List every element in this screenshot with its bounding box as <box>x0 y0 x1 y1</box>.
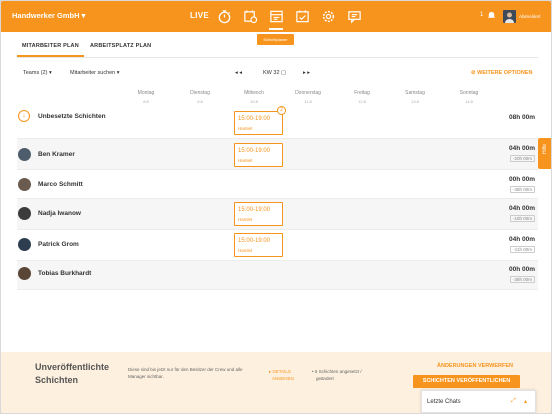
active-nav-indicator <box>269 28 283 30</box>
avatar <box>18 207 31 220</box>
recent-chats-panel[interactable]: Letzte Chats ⤢ ▴ <box>421 390 536 413</box>
banner-title: Unveröffentlichte Schichten <box>35 362 110 385</box>
calendar-clock-icon[interactable] <box>243 9 258 24</box>
settings-icon[interactable] <box>321 9 336 24</box>
row-name: Unbesetzte Schichten <box>38 113 106 120</box>
hours-difference: -38h 00m <box>509 276 535 283</box>
row-hours: 04h 00m <box>508 236 535 243</box>
live-indicator[interactable]: LIVE <box>190 11 209 20</box>
shift-time: 15:00-19:00 <box>238 148 271 154</box>
changes-count: • 5 Schichten angesetzt / geändert <box>312 369 362 381</box>
row-divider <box>17 289 538 290</box>
avatar <box>18 178 31 191</box>
shift-location: Hamlet <box>238 158 253 163</box>
admin-name[interactable]: Abimeldert <box>519 14 541 19</box>
row-name: Nadja Iwanow <box>38 210 81 217</box>
shift-card[interactable]: 15:00-19:00 Hamlet <box>234 202 283 226</box>
tabs-divider <box>17 57 538 58</box>
chat-icon[interactable] <box>347 9 362 24</box>
table-row: Patrick Grom 15:00-19:00 Hamlet 04h 00m … <box>17 230 538 260</box>
tab-arbeitsplatz-plan[interactable]: ARBEITSPLATZ PLAN <box>90 43 151 49</box>
shift-location: Hamlet <box>238 248 253 253</box>
publish-shifts-button[interactable]: SCHICHTEN VERÖFFENTLICHEN <box>413 375 520 388</box>
hours-difference: -38h 00m <box>509 186 535 193</box>
shift-card[interactable]: 15:00-19:00 Hamlet <box>234 143 283 167</box>
week-prev-button[interactable]: ◂ ◂ <box>235 70 242 76</box>
day-header-friday: Freitag <box>354 90 370 96</box>
table-row-unassigned: ↓ Unbesetzte Schichten 15:00-19:00 Hamle… <box>17 106 538 136</box>
expand-icon[interactable]: ⤢ <box>511 398 516 405</box>
app-window: Handwerker GmbH ▾ LIVE 1 Abimeldert Schi… <box>1 1 551 413</box>
day-date: 11.8 <box>304 99 312 104</box>
hours-difference: -11h 00m <box>510 246 535 253</box>
bell-icon[interactable] <box>487 10 496 22</box>
details-link[interactable]: ▸ DETAILS ANSEHEN <box>269 368 294 382</box>
row-name: Patrick Grom <box>38 241 79 248</box>
shift-time: 15:00-19:00 <box>238 116 271 122</box>
day-date: 8.8 <box>143 99 149 104</box>
week-picker[interactable]: KW 32 ▢ <box>263 70 286 76</box>
more-options-button[interactable]: ⊘ WEITERE OPTIONEN <box>471 70 532 76</box>
company-selector[interactable]: Handwerker GmbH ▾ <box>12 11 85 20</box>
avatar <box>18 148 31 161</box>
discard-changes-button[interactable]: ÄNDERUNGEN VERWERFEN <box>437 363 513 369</box>
day-header-tuesday: Dienstag <box>190 90 210 96</box>
shift-count-badge: 2 <box>277 106 286 115</box>
row-name: Marco Schmitt <box>38 181 83 188</box>
help-tab[interactable]: Hilfe <box>538 138 551 169</box>
hours-difference: -20h 00m <box>509 155 535 162</box>
day-date: 13.8 <box>411 99 419 104</box>
table-row: Ben Kramer 15:00-19:00 Hamlet 04h 00m -2… <box>17 139 538 169</box>
table-row: Marco Schmitt 00h 00m -38h 00m <box>17 170 538 198</box>
top-bar: Handwerker GmbH ▾ LIVE 1 Abimeldert <box>1 1 551 32</box>
nav-tooltip: Schichtplaner <box>257 34 294 45</box>
avatar <box>18 267 31 280</box>
notification-count[interactable]: 1 <box>480 12 483 18</box>
table-row: Tobias Burkhardt 00h 00m -38h 00m <box>17 261 538 289</box>
banner-description: Diese sind bis jetzt nur für den Besitze… <box>128 367 243 379</box>
chats-label: Letzte Chats <box>427 399 461 405</box>
day-header-sunday: Sonntag <box>459 90 479 96</box>
day-header-saturday: Samstag <box>405 90 425 96</box>
row-hours: 04h 00m <box>508 205 535 212</box>
shift-time: 15:00-19:00 <box>238 238 271 244</box>
help-tab-label: Hilfe <box>542 143 548 154</box>
day-date: 12.8 <box>358 99 366 104</box>
row-name: Ben Kramer <box>38 151 75 158</box>
row-hours: 00h 00m <box>508 176 535 183</box>
day-date: 10.8 <box>250 99 258 104</box>
day-header-thursday: Donnerstag <box>295 90 321 96</box>
alert-icon: ↓ <box>18 110 30 122</box>
row-hours: 00h 00m <box>508 266 535 273</box>
day-date: 9.8 <box>197 99 203 104</box>
shift-card[interactable]: 15:00-19:00 Hamlet <box>234 233 283 257</box>
schedule-icon[interactable] <box>269 9 284 24</box>
shift-location: Hamlet <box>238 126 253 131</box>
calendar-check-icon[interactable] <box>295 9 310 24</box>
table-row: Nadja Iwanow 15:00-19:00 Hamlet 04h 00m … <box>17 199 538 229</box>
row-hours: 04h 00m <box>508 145 535 152</box>
hours-difference: -18h 00m <box>509 215 535 222</box>
caret-up-icon[interactable]: ▴ <box>524 398 527 405</box>
row-name: Tobias Burkhardt <box>38 270 92 277</box>
stopwatch-icon[interactable] <box>217 9 232 24</box>
day-date: 14.8 <box>465 99 473 104</box>
row-hours: 08h 00m <box>508 114 535 121</box>
shift-card[interactable]: 15:00-19:00 Hamlet <box>234 111 283 135</box>
admin-avatar[interactable] <box>503 10 516 23</box>
day-header-monday: Montag <box>137 90 155 96</box>
week-next-button[interactable]: ▸ ▸ <box>303 70 310 76</box>
teams-dropdown[interactable]: Teams (2) ▾ <box>23 70 52 76</box>
tab-mitarbeiter-plan[interactable]: MITARBEITER PLAN <box>22 43 79 49</box>
day-header-wednesday: Mittwoch <box>244 90 264 96</box>
employee-search-dropdown[interactable]: Mitarbeiter suchen ▾ <box>70 70 120 76</box>
avatar <box>18 238 31 251</box>
shift-time: 15:00-19:00 <box>238 207 271 213</box>
shift-location: Hamlet <box>238 217 253 222</box>
